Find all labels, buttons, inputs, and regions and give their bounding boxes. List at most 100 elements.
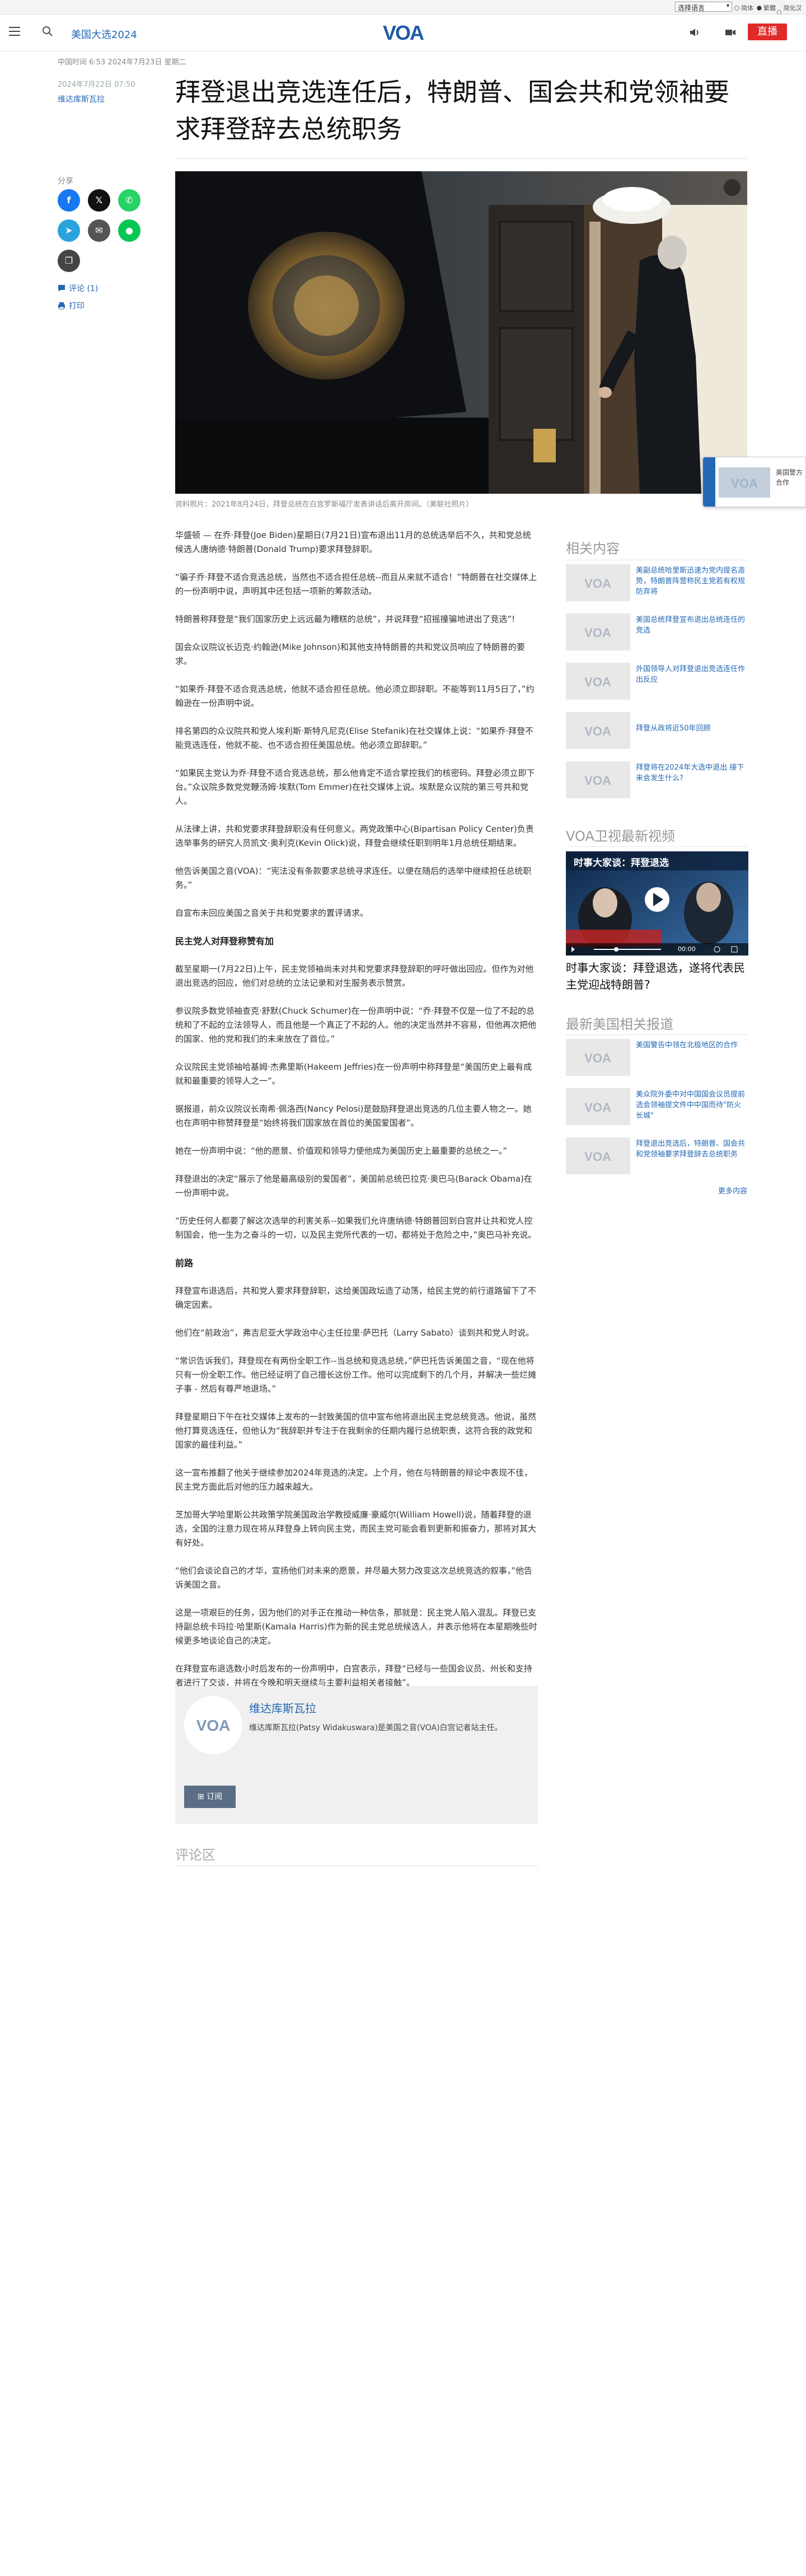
x-share-button[interactable]: 𝕏: [88, 189, 110, 212]
image-caption: 资料照片：2021年8月24日，拜登总统在白宫罗斯福厅发表讲话后离开房间。（美联…: [175, 500, 474, 509]
paragraph: “常识告诉我们，拜登现在有两份全职工作--当总统和竞选总统，”萨巴托告诉美国之音…: [175, 1356, 537, 1394]
related-item[interactable]: VOA 美国总统拜登宣布退出总统连任的竞选: [566, 613, 748, 657]
comment-icon: [58, 285, 65, 292]
svg-text:VOA: VOA: [584, 724, 611, 738]
timestamp-bar: 中国时间 6:53 2024年7月23日 星期二: [58, 58, 186, 67]
lang-label: 简体: [741, 4, 753, 12]
paragraph: 华盛顿 — 在乔·拜登(Joe Biden)星期日(7月21日)宣布退出11月的…: [175, 530, 531, 554]
latest-heading[interactable]: 最新美国相关报道: [566, 1013, 673, 1033]
related-item-title: 美国总统拜登宣布退出总统连任的竞选: [636, 616, 746, 635]
article-title: 拜登退出竞选连任后，特朗普、国会共和党领袖要求拜登辞去总统职务: [175, 77, 730, 144]
copy-link-button[interactable]: ❐: [58, 250, 80, 272]
x-icon: 𝕏: [95, 195, 103, 205]
latest-item[interactable]: VOA 美众院外委中对中国国会议员提前选会领袖提文件中中国而待"防火长城": [566, 1088, 748, 1132]
latest-item-title: 美众院外委中对中国国会议员提前选会领袖提文件中中国而待"防火长城": [636, 1090, 746, 1120]
paragraph: 这是一项艰巨的任务，因为他们的对手正在推动一种信条，那就是：民主党人陷入混乱。拜…: [175, 1608, 537, 1646]
paragraph: 拜登宣布退选后，共和党人要求拜登辞职，这给美国政坛造了动荡，给民主党的前行道路留…: [175, 1286, 537, 1310]
svg-text:VOA: VOA: [584, 774, 611, 788]
paragraph: 国会众议院议长迈克·约翰逊(Mike Johnson)和其他支持特朗普的共和党议…: [175, 642, 525, 666]
video-heading[interactable]: VOA卫视最新视频: [566, 825, 675, 845]
latest-item[interactable]: VOA 拜登退出竞选后，特朗普、国会共和党领袖要求拜登辞去总统职务: [566, 1137, 748, 1181]
paragraph: 芝加哥大学哈里斯公共政策学院美国政治学教授威廉·豪威尔(William Howe…: [175, 1510, 537, 1548]
comments-link-label: 评论 (1): [69, 284, 99, 293]
audio-icon[interactable]: [688, 26, 701, 39]
line-icon: ●: [125, 225, 133, 236]
section-heading: 民主党人对拜登称赞有加: [175, 936, 274, 947]
language-select[interactable]: 选择语言 ▾: [675, 2, 732, 12]
paragraph: 参议院多数党领袖查克·舒默(Chuck Schumer)在一份声明中说：“乔·拜…: [175, 1006, 537, 1044]
print-link[interactable]: 打印: [58, 300, 85, 311]
section-heading: 前路: [175, 1258, 194, 1268]
facebook-share-button[interactable]: f: [58, 189, 80, 212]
related-item-title: 拜登将在2024年大选中退出 接下来会发生什么?: [636, 764, 744, 783]
video-overlay-title: 时事大家谈：拜登退选: [574, 858, 669, 869]
whatsapp-share-button[interactable]: ✆: [118, 189, 140, 212]
lang-option-traditional[interactable]: 繁體: [757, 3, 776, 12]
video-player[interactable]: 时事大家谈：拜登退选 00:00: [566, 851, 748, 956]
print-link-label: 打印: [69, 302, 85, 311]
paragraph: 特朗普称拜登是“我们国家历史上远远最为糟糕的总统”，并说拜登“招摇撞骗地进出了竞…: [175, 614, 516, 624]
svg-text:VOA: VOA: [383, 21, 424, 44]
author-name[interactable]: 维达库斯瓦拉: [249, 1699, 316, 1716]
author-avatar: VOA: [184, 1696, 242, 1754]
paragraph: 自宣布未回应美国之音关于共和党要求的置评请求。: [175, 908, 369, 918]
paragraph: “骗子乔·拜登不适合竞选总统，当然也不适合担任总统--而且从来就不适合！”特朗普…: [175, 572, 537, 596]
voa-logo[interactable]: VOA: [376, 21, 430, 44]
copy-icon: ❐: [64, 255, 73, 266]
email-icon: ✉: [95, 225, 103, 236]
author-link[interactable]: 维达库斯瓦拉: [58, 93, 105, 105]
more-link[interactable]: 更多内容: [718, 1185, 747, 1196]
latest-item[interactable]: VOA 美国警告中领在北极地区的合作: [566, 1039, 748, 1083]
related-item[interactable]: VOA 外国领导人对拜登退出竞选连任作出反应: [566, 663, 748, 706]
share-label: 分享: [58, 177, 73, 186]
thumbnail: VOA: [566, 663, 630, 700]
comments-link[interactable]: 评论 (1): [58, 283, 98, 294]
article-body: 华盛顿 — 在乔·拜登(Joe Biden)星期日(7月21日)宣布退出11月的…: [175, 528, 538, 1704]
related-heading-label: 相关内容: [566, 541, 620, 556]
hero-image: [175, 171, 747, 494]
floating-promo[interactable]: VOA 美国警方合作: [702, 457, 806, 507]
thumbnail: VOA: [566, 761, 630, 798]
svg-text:VOA: VOA: [731, 476, 758, 490]
menu-icon[interactable]: [9, 27, 20, 36]
paragraph: “如果乔·拜登不适合竞选总统，他就不适合担任总统。他必须立即辞职。不能等到11月…: [175, 684, 535, 708]
author-box: VOA 维达库斯瓦拉 维达库斯瓦拉(Patsy Widakuswara)是美国之…: [175, 1686, 538, 1824]
divider: [566, 1034, 748, 1035]
thumbnail: VOA: [566, 1088, 630, 1125]
paragraph: 她在一份声明中说：“他的愿景、价值观和领导力使他成为美国历史上最重要的总统之一。…: [175, 1146, 508, 1156]
lang-label: 繁體: [763, 4, 776, 12]
related-item[interactable]: VOA 拜登将在2024年大选中退出 接下来会发生什么?: [566, 761, 748, 805]
paragraph: 众议院民主党领袖哈基姆·杰弗里斯(Hakeem Jeffries)在一份声明中称…: [175, 1062, 532, 1086]
live-button[interactable]: 直播: [748, 24, 787, 40]
paragraph: 据报道，前众议院议长南希·佩洛西(Nancy Pelosi)是鼓励拜登退出竞选的…: [175, 1104, 532, 1128]
paragraph: “历史任何人都要了解这次选举的利害关系--如果我们允许唐纳德·特朗普回到白宫并让…: [175, 1216, 537, 1240]
email-share-button[interactable]: ✉: [88, 219, 110, 242]
paragraph: 他们在“前政治”，弗吉尼亚大学政治中心主任拉里·萨巴托（Larry Sabato…: [175, 1328, 535, 1338]
svg-text:VOA: VOA: [584, 626, 611, 640]
site-header: 美国大选2024 VOA 直播: [0, 15, 806, 51]
svg-text:VOA: VOA: [584, 1051, 611, 1065]
promo-text: 美国警方合作: [776, 469, 803, 486]
telegram-share-button[interactable]: ➤: [58, 219, 80, 242]
thumbnail: VOA: [566, 712, 630, 749]
paragraph: 这一宣布推翻了他关于继续参加2024年竞选的决定。上个月，他在与特朗普的辩论中表…: [175, 1468, 533, 1492]
related-item-title: 美副总统哈里斯迅速为党内提名造势，特朗普阵营称民主党若有权规防弃将: [636, 566, 746, 596]
comments-heading: 评论区: [175, 1844, 538, 1866]
subscribe-button[interactable]: ⊞ 订阅: [184, 1786, 236, 1808]
radio-icon: [757, 5, 762, 11]
paragraph: “如果民主党认为乔·拜登不适合竞选总统，那么他肯定不适合掌控我们的核密码。拜登必…: [175, 768, 535, 806]
search-icon[interactable]: [41, 25, 54, 38]
line-share-button[interactable]: ●: [118, 219, 140, 242]
video-title[interactable]: 时事大家谈：拜登退选，遂将代表民主党迎战特朗普?: [566, 959, 748, 993]
promo-thumbnail: VOA: [719, 467, 770, 498]
related-item[interactable]: VOA 美副总统哈里斯迅速为党内提名造势，特朗普阵营称民主党若有权规防弃将: [566, 564, 748, 608]
author-bio: 维达库斯瓦拉(Patsy Widakuswara)是美国之音(VOA)白宫记者站…: [249, 1723, 503, 1732]
lang-option-simplified[interactable]: 简体: [734, 3, 753, 12]
video-icon[interactable]: [724, 26, 737, 39]
related-item-title: 拜登从政将近50年回顾: [636, 724, 711, 733]
section-link[interactable]: 美国大选2024: [71, 27, 137, 41]
video-heading-label: VOA卫视最新视频: [566, 828, 675, 844]
related-item[interactable]: VOA 拜登从政将近50年回顾: [566, 712, 748, 756]
whatsapp-icon: ✆: [125, 195, 133, 205]
expand-icon[interactable]: [724, 179, 741, 196]
